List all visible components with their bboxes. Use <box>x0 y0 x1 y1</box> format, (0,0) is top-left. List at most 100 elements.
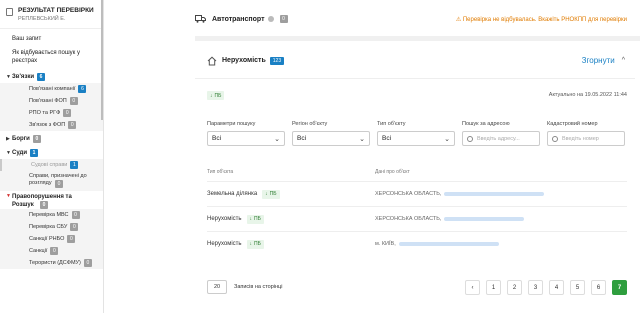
sidebar-item-rnbo-sanctions[interactable]: Санкції РНБО 0 <box>0 233 103 245</box>
sidebar-item-scheduled-cases[interactable]: Справи, призначені до розгляду 0 <box>0 171 103 191</box>
pdf-label: ПБ <box>214 92 222 99</box>
page-button-7[interactable]: 7 <box>612 280 627 295</box>
filter-label: Пошук за адресою <box>462 121 510 127</box>
sidebar-item-label: Пов'язані компанії <box>29 86 76 92</box>
filter-label: Регіон об'єкту <box>292 121 328 127</box>
chevron-down-icon: ⌄ <box>359 135 365 143</box>
address-text: ХЕРСОНСЬКА ОБЛАСТЬ, <box>375 216 442 222</box>
select-value: Всі <box>212 135 222 142</box>
search-params-select[interactable]: Всі ⌄ <box>207 131 285 146</box>
download-pdf-button[interactable]: ↓ ПБ <box>246 239 264 249</box>
sidebar-item-court-cases[interactable]: Судові справи 1 <box>0 159 103 171</box>
count-badge: 0 <box>71 211 80 219</box>
sidebar-item-label: Санкції <box>29 248 48 254</box>
object-type-select[interactable]: Всі ⌄ <box>377 131 455 146</box>
count-badge: 0 <box>32 135 41 143</box>
object-type: Нерухомість <box>207 216 242 222</box>
count-badge: 0 <box>50 247 59 255</box>
page-button-4[interactable]: 4 <box>549 280 564 295</box>
cadastral-number-input[interactable]: Введіть номер <box>547 131 625 146</box>
table-row[interactable]: Нерухомість ↓ ПБ м. КИЇВ, <box>207 238 627 250</box>
divider <box>207 206 627 207</box>
count-badge: 1 <box>70 161 79 169</box>
prev-page-button[interactable]: ‹ <box>465 280 480 295</box>
sidebar-section-debts[interactable]: ▶ Борги 0 <box>0 133 103 145</box>
sidebar-scrollbar[interactable] <box>101 0 103 120</box>
info-icon[interactable] <box>267 16 274 22</box>
autotransport-title: Автотранспорт <box>212 15 265 23</box>
count-badge: 6 <box>78 85 87 93</box>
page-button-5[interactable]: 5 <box>570 280 585 295</box>
sidebar-link-how-search-works[interactable]: Як відбувається пошук у реєстрах <box>0 49 103 65</box>
filter-region: Регіон об'єкту Всі ⌄ <box>292 121 370 146</box>
sidebar-section-links[interactable]: ▼ Зв'язки 6 <box>0 71 103 83</box>
object-address: ХЕРСОНСЬКА ОБЛАСТЬ, <box>375 191 545 197</box>
object-address: м. КИЇВ, <box>375 241 499 247</box>
filter-label: Кадастровий номер <box>547 121 598 127</box>
download-pdf-button[interactable]: ↓ ПБ <box>207 91 225 100</box>
sidebar-item-terrorists[interactable]: Терористи (ДСФМУ) 0 <box>0 257 103 269</box>
actual-timestamp: Актуально на 19.05.2022 11:44 <box>548 92 627 98</box>
collapse-label: Згорнути <box>581 56 615 65</box>
download-pdf-button[interactable]: ↓ ПБ <box>262 189 280 199</box>
sidebar-section-label: Борги <box>12 136 30 142</box>
sidebar-section-label: Правопорушення та Розшук <box>12 194 72 208</box>
count-badge: 0 <box>63 109 72 117</box>
page-button-1[interactable]: 1 <box>486 280 501 295</box>
address-text: ХЕРСОНСЬКА ОБЛАСТЬ, <box>375 191 442 197</box>
table-header: Тип об'єкта Дані про об'єкт <box>207 169 627 175</box>
page-button-2[interactable]: 2 <box>507 280 522 295</box>
filter-address: Пошук за адресою Введіть адресу... <box>462 121 540 146</box>
address-search-input[interactable]: Введіть адресу... <box>462 131 540 146</box>
chevron-up-icon: ^ <box>621 57 625 64</box>
warning-message: ⚠ Перевірка не відбувалась. Вкажіть РНОК… <box>455 16 627 23</box>
sidebar-header: РЕЗУЛЬТАТ ПЕРЕВІРКИ РЕПЛЕВСЬКИЙ Е. <box>0 0 103 29</box>
download-icon: ↓ <box>265 191 268 197</box>
collapse-button[interactable]: Згорнути ^ <box>582 56 625 65</box>
page-button-3[interactable]: 3 <box>528 280 543 295</box>
sidebar-section-label: Зв'язки <box>12 74 35 80</box>
count-badge: 0 <box>55 180 63 188</box>
sidebar-item-related-fop[interactable]: Пов'язані ФОП 0 <box>0 95 103 107</box>
count-badge: 0 <box>83 259 92 267</box>
divider <box>207 231 627 232</box>
object-type: Земельна ділянка <box>207 191 258 197</box>
search-icon <box>467 135 473 142</box>
input-placeholder: Введіть адресу... <box>477 135 520 142</box>
real-estate-card: Нерухомість 123 Згорнути ^ ↓ ПБ Актуальн… <box>195 43 640 313</box>
page-button-6[interactable]: 6 <box>591 280 606 295</box>
sidebar-section-offences[interactable]: ▼ Правопорушення та Розшук 0 <box>0 191 103 209</box>
filter-object-type: Тип об'єкту Всі ⌄ <box>377 121 455 146</box>
sidebar-item-label: Санкції РНБО <box>29 236 65 242</box>
filter-cadastral: Кадастровий номер Введіть номер <box>547 121 625 146</box>
column-object-type: Тип об'єкта <box>207 169 234 175</box>
per-page-label: Записів на сторінці <box>234 284 283 290</box>
real-estate-header: Нерухомість 123 <box>195 43 635 79</box>
sidebar-item-rpo-rgf[interactable]: РПО та РГФ 0 <box>0 107 103 119</box>
address-text: м. КИЇВ, <box>375 241 396 247</box>
download-icon: ↓ <box>210 92 213 99</box>
redacted-text <box>444 192 545 196</box>
sidebar-item-label: Судові справи <box>31 162 68 168</box>
truck-icon <box>195 15 206 23</box>
filter-search-params: Параметри пошуку Всі ⌄ <box>207 121 285 146</box>
sidebar-item-link-with-fop[interactable]: Зв'язок з ФОП 0 <box>0 119 103 131</box>
document-icon <box>6 8 13 16</box>
sidebar-item-sanctions[interactable]: Санкції 0 <box>0 245 103 257</box>
check-result-title: РЕЗУЛЬТАТ ПЕРЕВІРКИ <box>18 7 94 14</box>
table-row[interactable]: Нерухомість ↓ ПБ ХЕРСОНСЬКА ОБЛАСТЬ, <box>207 213 627 225</box>
sidebar-item-label: Зв'язок з ФОП <box>29 122 66 128</box>
table-row[interactable]: Земельна ділянка ↓ ПБ ХЕРСОНСЬКА ОБЛАСТЬ, <box>207 188 627 200</box>
download-pdf-button[interactable]: ↓ ПБ <box>246 214 264 224</box>
chevron-down-icon: ⌄ <box>444 135 450 143</box>
sidebar-item-related-companies[interactable]: Пов'язані компанії 6 <box>0 83 103 95</box>
divider <box>207 181 627 182</box>
sidebar-item-mvs-check[interactable]: Перевірка МВС 0 <box>0 209 103 221</box>
sidebar-link-your-request[interactable]: Ваш запит <box>0 35 103 43</box>
sidebar-item-sbu-check[interactable]: Перевірка СБУ 0 <box>0 221 103 233</box>
region-select[interactable]: Всі ⌄ <box>292 131 370 146</box>
check-subject-name: РЕПЛЕВСЬКИЙ Е. <box>18 16 66 22</box>
sidebar-section-courts[interactable]: ▼ Суди 1 <box>0 147 103 159</box>
page-buttons: ‹ 1 2 3 4 5 6 7 <box>459 280 627 295</box>
per-page-select[interactable]: 20 <box>207 280 227 294</box>
